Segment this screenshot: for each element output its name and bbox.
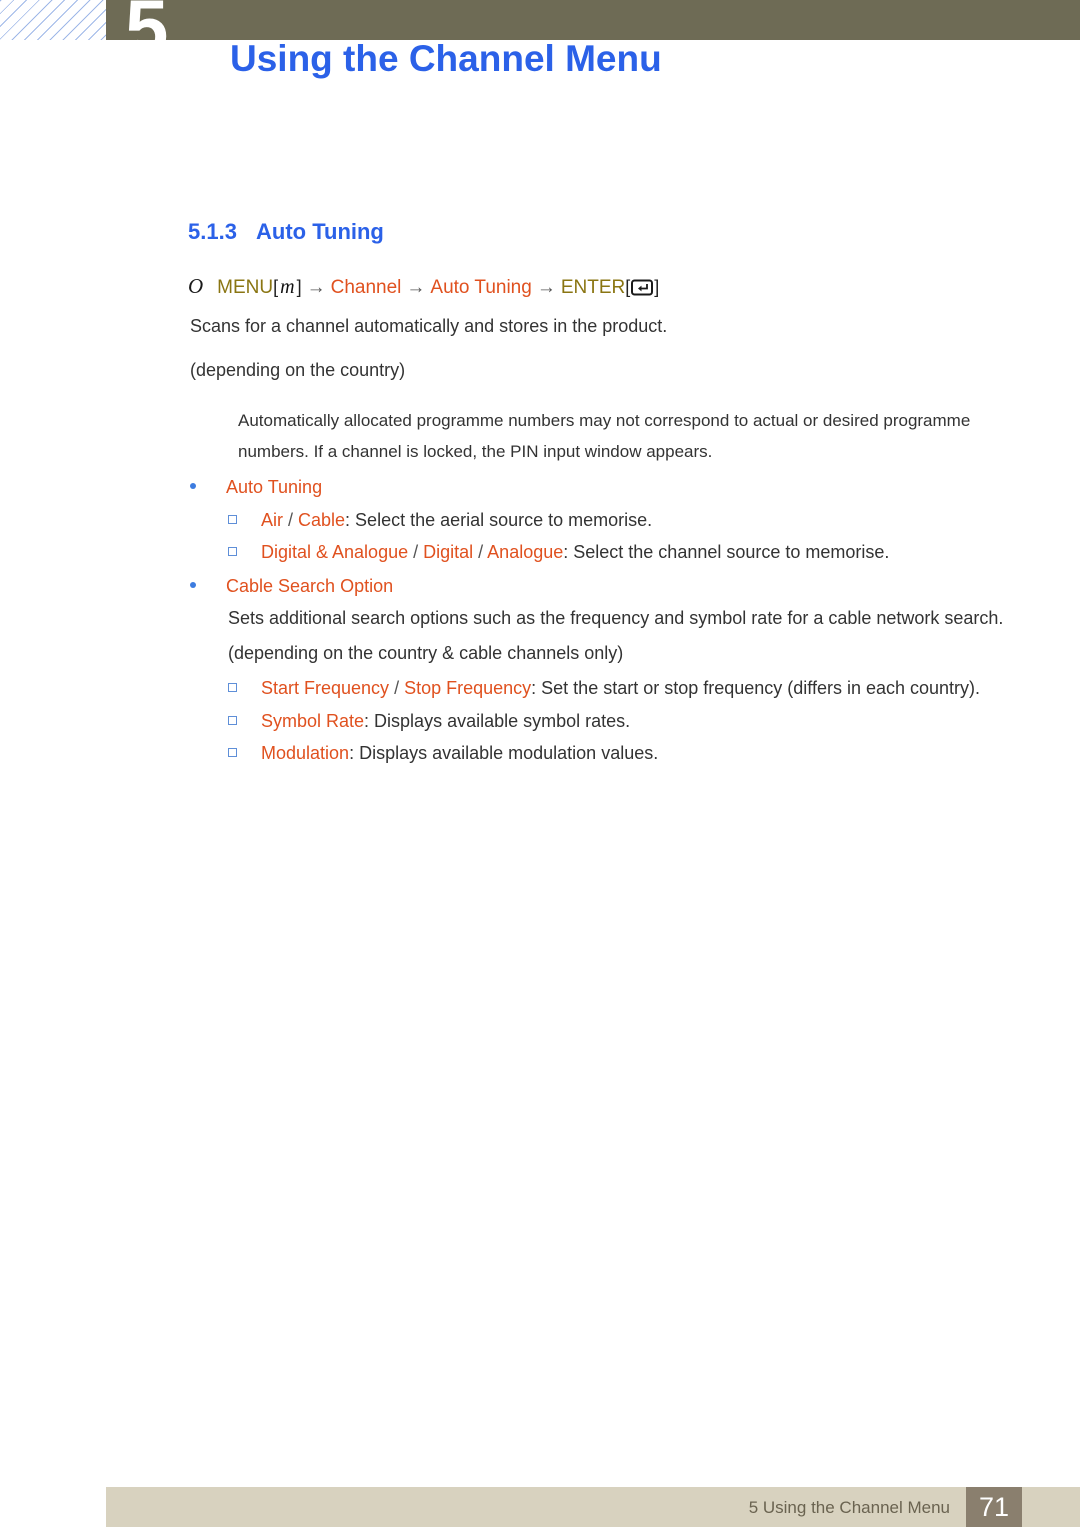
hatch-decoration xyxy=(0,0,106,40)
header-olive-bar xyxy=(106,0,1080,40)
arrow-icon-3: → xyxy=(536,277,556,298)
page-footer: 5 Using the Channel Menu 71 xyxy=(106,1487,1080,1527)
page-number: 71 xyxy=(978,1492,1010,1522)
bullet-cable-search-option: Cable Search Option xyxy=(190,576,393,597)
sub-bullet-start-stop-frequency: Start Frequency / Stop Frequency: Set th… xyxy=(228,678,980,699)
menu-label: MENU xyxy=(217,277,274,298)
path-bullet-icon: O xyxy=(188,274,204,298)
option-digital: Digital xyxy=(423,542,474,562)
option-air: Air xyxy=(261,510,283,530)
sub-bullet-digital-analogue: Digital & Analogue / Digital / Analogue:… xyxy=(228,542,889,563)
option-description-symbol-rate: : Displays available symbol rates. xyxy=(364,711,631,731)
option-analogue: Analogue xyxy=(487,542,564,562)
path-step-auto-tuning: Auto Tuning xyxy=(430,277,532,298)
section-heading: 5.1.3 Auto Tuning xyxy=(188,219,384,245)
section-number: 5.1.3 xyxy=(188,219,237,244)
enter-label: ENTER xyxy=(560,277,626,298)
menu-navigation-path: O MENU[m] → Channel → Auto Tuning → ENTER[] xyxy=(188,276,659,300)
paragraph-depending: (depending on the country) xyxy=(190,360,406,380)
bullet-auto-tuning: Auto Tuning xyxy=(190,477,322,498)
sub-bullet-square-icon xyxy=(228,515,237,524)
sub-bullet-symbol-rate: Symbol Rate: Displays available symbol r… xyxy=(228,711,630,732)
section-title: Auto Tuning xyxy=(256,219,384,244)
option-description-start-stop: : Set the start or stop frequency (diffe… xyxy=(531,678,981,698)
path-step-channel: Channel xyxy=(330,277,402,298)
chapter-number: 5 xyxy=(125,0,205,40)
bullet-label-auto-tuning: Auto Tuning xyxy=(226,477,323,497)
sub-bullet-square-icon xyxy=(228,716,237,725)
enter-bracket-close: ] xyxy=(654,277,660,297)
option-separator: / xyxy=(389,678,405,698)
page-title: Using the Channel Menu xyxy=(230,38,662,79)
paragraph-scans: Scans for a channel automatically and st… xyxy=(190,316,668,336)
sub-bullet-square-icon xyxy=(228,547,237,556)
page-number-box: 71 xyxy=(966,1487,1022,1527)
sub-bullet-modulation: Modulation: Displays available modulatio… xyxy=(228,743,658,764)
option-separator: / xyxy=(283,510,299,530)
option-cable: Cable xyxy=(298,510,346,530)
option-stop-frequency: Stop Frequency xyxy=(404,678,532,698)
bullet-label-cable-search-option: Cable Search Option xyxy=(226,576,394,596)
arrow-icon-2: → xyxy=(406,277,426,298)
option-modulation: Modulation xyxy=(261,743,350,763)
paragraph-depending-cable: (depending on the country & cable channe… xyxy=(228,643,624,663)
option-start-frequency: Start Frequency xyxy=(261,678,390,698)
menu-key-icon: m xyxy=(280,276,295,298)
option-description-air-cable: : Select the aerial source to memorise. xyxy=(345,510,653,530)
bullet-dot-icon xyxy=(190,582,196,588)
option-separator: / xyxy=(408,542,424,562)
sub-bullet-square-icon xyxy=(228,683,237,692)
footer-chapter-text: 5 Using the Channel Menu xyxy=(748,1498,950,1517)
sub-bullet-square-icon xyxy=(228,748,237,757)
note-paragraph: Automatically allocated programme number… xyxy=(238,411,971,461)
enter-bracket-open: [ xyxy=(625,277,631,297)
option-description-modulation: : Displays available modulation values. xyxy=(349,743,659,763)
option-description-digital-analogue: : Select the channel source to memorise. xyxy=(563,542,890,562)
sub-bullet-air-cable: Air / Cable: Select the aerial source to… xyxy=(228,510,652,531)
arrow-icon-1: → xyxy=(306,277,326,298)
page-header: 5 Using the Channel Menu xyxy=(0,0,1080,110)
option-symbol-rate: Symbol Rate xyxy=(261,711,365,731)
option-digital-analogue: Digital & Analogue xyxy=(261,542,409,562)
bullet-dot-icon xyxy=(190,483,196,489)
bracket-close: ] xyxy=(296,277,302,297)
option-separator: / xyxy=(473,542,488,562)
paragraph-sets-options: Sets additional search options such as t… xyxy=(228,608,1004,628)
enter-key-icon xyxy=(631,279,654,300)
